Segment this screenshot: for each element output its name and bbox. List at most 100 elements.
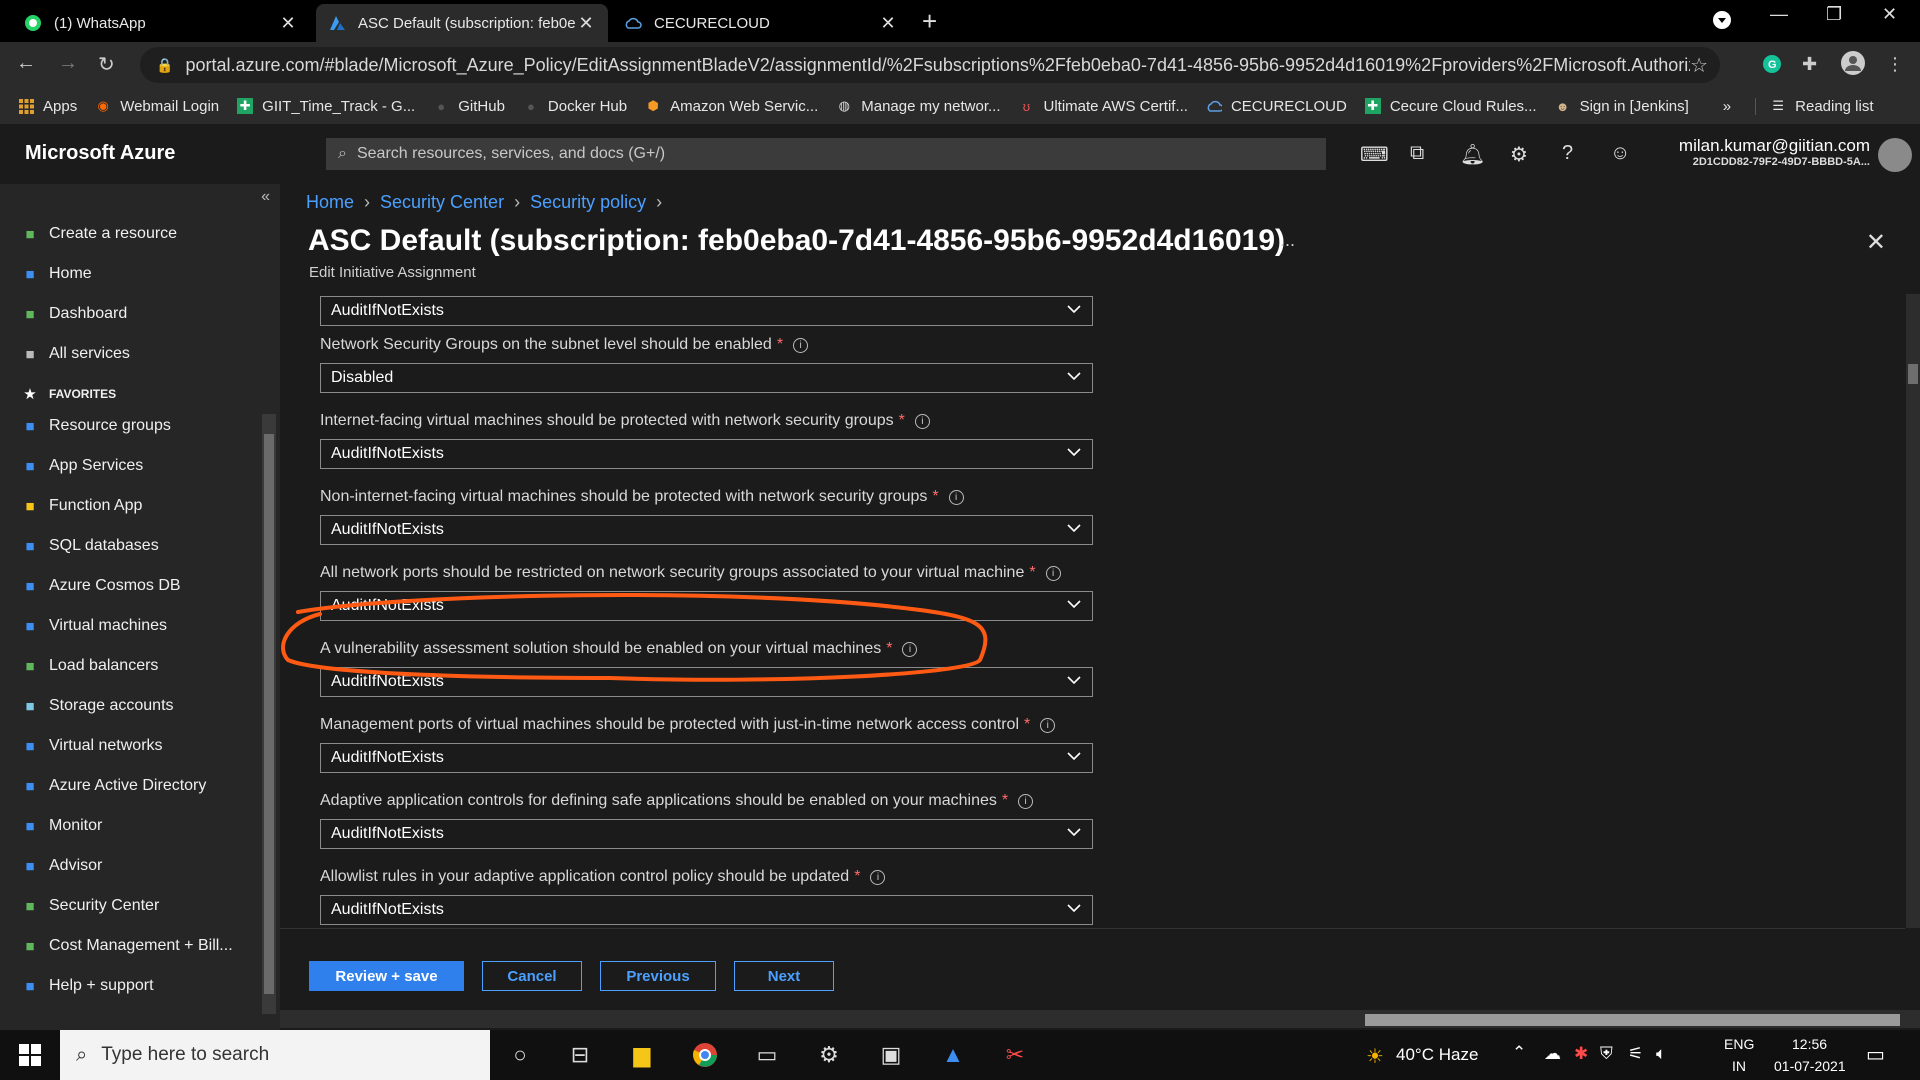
close-tab-icon[interactable]: ✕ [576, 13, 596, 34]
back-icon[interactable]: ← [16, 52, 36, 75]
sidebar-item-help-support[interactable]: ■ Help + support [20, 976, 153, 996]
chevron-up-icon[interactable]: ⌃ [1512, 1043, 1526, 1063]
breadcrumb-security-policy[interactable]: Security policy [530, 192, 646, 213]
chrome-taskbar-icon[interactable] [690, 1040, 720, 1070]
volume-icon[interactable]: 🔈︎ [1656, 1044, 1666, 1064]
more-bookmarks[interactable]: » [1723, 98, 1731, 115]
tab-asc-default[interactable]: ASC Default (subscription: feb0eba ✕ [316, 4, 608, 42]
close-window-icon[interactable]: ✕ [1882, 4, 1897, 25]
reading-list[interactable]: ☰ Reading list [1755, 97, 1874, 115]
user-account[interactable]: milan.kumar@giitian.com 2D1CDD82-79F2-49… [1679, 136, 1870, 168]
form-scrollbar[interactable] [1906, 294, 1920, 928]
sidebar-item-advisor[interactable]: ■ Advisor [20, 856, 102, 876]
sidebar-item-virtual-machines[interactable]: ■ Virtual machines [20, 616, 167, 636]
clock-time[interactable]: 12:56 [1792, 1036, 1827, 1052]
tab-whatsapp[interactable]: (1) WhatsApp ✕ [12, 4, 310, 42]
terminal-icon[interactable]: ▭ [752, 1040, 782, 1070]
language-bottom[interactable]: IN [1732, 1058, 1746, 1074]
reload-icon[interactable]: ↻ [98, 52, 115, 77]
info-icon[interactable]: i [1040, 717, 1056, 733]
account-icon[interactable] [1840, 50, 1866, 81]
bookmark-aws[interactable]: ⬢ Amazon Web Servic... [645, 98, 818, 115]
sidebar-item-azure-active-directory[interactable]: ■ Azure Active Directory [20, 776, 206, 796]
sidebar-item-security-center[interactable]: ■ Security Center [20, 896, 159, 916]
effect-dropdown[interactable]: AuditIfNotExists [320, 515, 1093, 545]
extensions-icon[interactable]: ✚ [1802, 54, 1817, 75]
bookmark-apps[interactable]: Apps [18, 98, 77, 115]
cloud-shell-icon[interactable]: ⌨ [1360, 142, 1389, 167]
info-icon[interactable]: i [870, 869, 886, 885]
restore-icon[interactable]: ❐ [1826, 4, 1842, 25]
effect-dropdown[interactable]: AuditIfNotExists [320, 743, 1093, 773]
new-tab-icon[interactable]: + [922, 6, 937, 37]
taskbar-search-input[interactable]: ⌕ Type here to search [60, 1030, 490, 1080]
bookmark-network[interactable]: ◍ Manage my networ... [836, 98, 1001, 115]
sidebar-item-app-services[interactable]: ■ App Services [20, 456, 143, 476]
previous-button[interactable]: Previous [600, 961, 716, 991]
photos-icon[interactable]: ▣ [876, 1040, 906, 1070]
weather-text[interactable]: 40°C Haze [1396, 1045, 1478, 1065]
security-tray-icon[interactable]: ⛨ [1600, 1044, 1613, 1064]
feedback-icon[interactable]: ☺ [1610, 142, 1630, 165]
language-top[interactable]: ENG [1724, 1036, 1754, 1052]
info-icon[interactable]: i [793, 337, 809, 353]
grammarly-icon[interactable]: G [1762, 54, 1782, 79]
cancel-button[interactable]: Cancel [482, 961, 582, 991]
bookmark-webmail[interactable]: ◉ Webmail Login [95, 98, 220, 115]
bookmark-cecure-rules[interactable]: ✚ Cecure Cloud Rules... [1364, 98, 1537, 115]
sidebar-item-function-app[interactable]: ■ Function App [20, 496, 142, 516]
info-icon[interactable]: i [1018, 793, 1034, 809]
effect-dropdown[interactable]: AuditIfNotExists [320, 296, 1093, 326]
sidebar-item-create-a-resource[interactable]: ■ Create a resource [20, 224, 177, 244]
effect-dropdown[interactable]: Disabled [320, 363, 1093, 393]
sidebar-item-virtual-networks[interactable]: ■ Virtual networks [20, 736, 162, 756]
minimize-icon[interactable]: — [1770, 4, 1788, 25]
azure-brand[interactable]: Microsoft Azure [25, 142, 175, 165]
info-icon[interactable]: i [902, 641, 918, 657]
more-options-icon[interactable]: ... [1280, 230, 1295, 251]
bookmark-docker[interactable]: ● Docker Hub [523, 98, 627, 115]
sidebar-item-monitor[interactable]: ■ Monitor [20, 816, 102, 836]
sidebar-item-sql-databases[interactable]: ■ SQL databases [20, 536, 158, 556]
snipping-tool-icon[interactable]: ✂ [1000, 1040, 1030, 1070]
settings-gear-icon[interactable]: ⚙ [1510, 142, 1528, 167]
bookmark-udemy[interactable]: ʊ Ultimate AWS Certif... [1018, 98, 1188, 115]
file-explorer-icon[interactable]: ▆ [627, 1040, 657, 1070]
bookmark-time-track[interactable]: ✚ GIIT_Time_Track - G... [237, 98, 415, 115]
sidebar-scroll-thumb[interactable] [264, 434, 274, 994]
info-icon[interactable]: i [914, 413, 930, 429]
next-button[interactable]: Next [734, 961, 834, 991]
sidebar-item-storage-accounts[interactable]: ■ Storage accounts [20, 696, 173, 716]
tab-cecurecloud[interactable]: CECURECLOUD ✕ [612, 4, 910, 42]
forward-icon[interactable]: → [58, 52, 78, 75]
effect-dropdown[interactable]: AuditIfNotExists [320, 439, 1093, 469]
review-save-button[interactable]: Review + save [309, 961, 464, 991]
sidebar-item-load-balancers[interactable]: ■ Load balancers [20, 656, 158, 676]
weather-icon[interactable]: ☀ [1366, 1044, 1384, 1069]
profile-menu-icon[interactable] [1712, 10, 1732, 35]
onedrive-icon[interactable]: ☁ [1544, 1044, 1561, 1064]
bookmark-star-icon[interactable]: ☆ [1690, 53, 1708, 78]
info-icon[interactable]: i [948, 489, 964, 505]
task-view-icon[interactable]: ⊟ [565, 1040, 595, 1070]
clock-date[interactable]: 01-07-2021 [1774, 1058, 1846, 1074]
effect-dropdown[interactable]: AuditIfNotExists [320, 591, 1093, 621]
notifications-icon[interactable]: 🔔︎ [1460, 142, 1485, 167]
info-icon[interactable]: i [1045, 565, 1061, 581]
avatar[interactable] [1878, 138, 1912, 172]
bookmark-jenkins[interactable]: ☻ Sign in [Jenkins] [1555, 98, 1689, 115]
windows-start-icon[interactable] [15, 1040, 45, 1070]
cortana-icon[interactable]: ○ [505, 1040, 535, 1070]
effect-dropdown[interactable]: AuditIfNotExists [320, 819, 1093, 849]
sidebar-item-azure-cosmos-db[interactable]: ■ Azure Cosmos DB [20, 576, 180, 596]
network-tray-icon[interactable]: ⚟ [1628, 1044, 1643, 1064]
horizontal-scroll-thumb[interactable] [1365, 1014, 1900, 1026]
sidebar-item-resource-groups[interactable]: ■ Resource groups [20, 416, 170, 436]
sidebar-item-all-services[interactable]: ■ All services [20, 344, 129, 364]
bookmark-github[interactable]: ● GitHub [433, 98, 505, 115]
bookmark-cecurecloud[interactable]: CECURECLOUD [1206, 98, 1347, 115]
address-bar[interactable]: 🔒 portal.azure.com/#blade/Microsoft_Azur… [140, 47, 1720, 83]
chrome-menu-icon[interactable]: ⋮ [1886, 54, 1904, 75]
directory-filter-icon[interactable]: ⧉ [1410, 142, 1424, 165]
image-viewer-icon[interactable]: ▲ [938, 1040, 968, 1070]
